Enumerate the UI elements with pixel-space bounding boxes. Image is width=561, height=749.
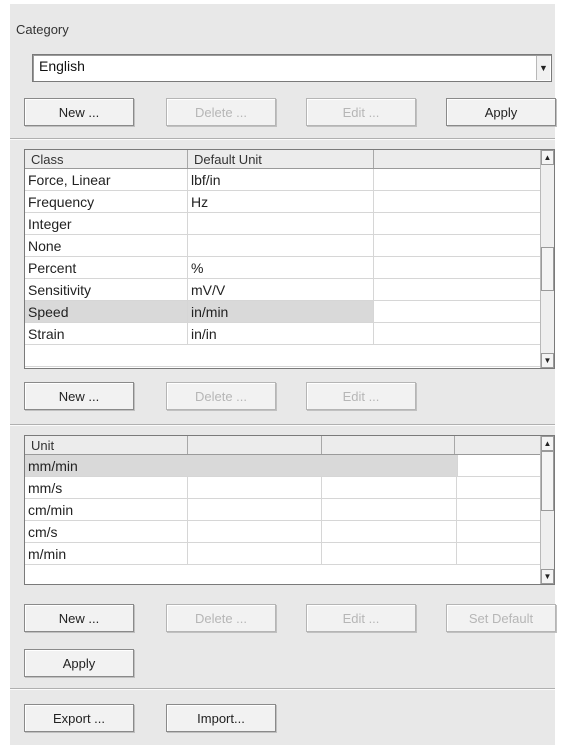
empty-cell bbox=[457, 477, 541, 498]
unit-cell: lbf/in bbox=[188, 169, 374, 190]
empty-cell bbox=[188, 477, 322, 498]
extra-column-header[interactable] bbox=[188, 436, 322, 454]
empty-cell bbox=[457, 543, 541, 564]
class-cell: Frequency bbox=[25, 191, 188, 212]
class-cell: Speed bbox=[25, 301, 188, 322]
class-table-scrollbar[interactable]: ▲ ▼ bbox=[540, 150, 554, 368]
table-row[interactable]: m/min bbox=[25, 543, 541, 565]
class-column-header[interactable]: Class bbox=[25, 150, 188, 168]
class-cell: Force, Linear bbox=[25, 169, 188, 190]
extra-column-header[interactable] bbox=[374, 150, 541, 168]
class-cell: Percent bbox=[25, 257, 188, 278]
empty-cell bbox=[457, 499, 541, 520]
scroll-thumb[interactable] bbox=[541, 451, 554, 511]
table-row[interactable]: Integer bbox=[25, 213, 541, 235]
category-select-value: English bbox=[39, 58, 85, 74]
unit-cell: mm/min bbox=[25, 455, 457, 476]
table-row[interactable]: mm/s bbox=[25, 477, 541, 499]
set-default-button[interactable]: Set Default bbox=[446, 604, 556, 632]
empty-cell bbox=[188, 499, 322, 520]
empty-cell bbox=[374, 323, 541, 344]
class-delete-button[interactable]: Delete ... bbox=[166, 382, 276, 410]
unit-cell: mV/V bbox=[188, 279, 374, 300]
extra-column-header[interactable] bbox=[455, 436, 541, 454]
section-divider bbox=[10, 138, 555, 140]
unit-cell: Hz bbox=[188, 191, 374, 212]
units-panel: Category English ▼ New ... Delete ... Ed… bbox=[10, 4, 556, 745]
unit-table-header: Unit bbox=[25, 436, 541, 455]
section-divider bbox=[10, 688, 555, 690]
empty-cell bbox=[322, 521, 457, 542]
section-divider bbox=[10, 424, 555, 426]
extra-column-header[interactable] bbox=[322, 436, 455, 454]
arrow-up-icon[interactable]: ▲ bbox=[541, 436, 554, 451]
table-row-partial[interactable] bbox=[25, 565, 541, 584]
class-table-header: Class Default Unit bbox=[25, 150, 541, 169]
empty-cell bbox=[374, 235, 541, 256]
class-edit-button[interactable]: Edit ... bbox=[306, 382, 416, 410]
table-row[interactable]: cm/min bbox=[25, 499, 541, 521]
empty-cell bbox=[374, 169, 541, 190]
empty-cell bbox=[188, 521, 322, 542]
empty-cell bbox=[457, 521, 541, 542]
table-row-selected[interactable]: Speed in/min bbox=[25, 301, 541, 323]
table-row[interactable]: None bbox=[25, 235, 541, 257]
table-row[interactable]: Strain in/in bbox=[25, 323, 541, 345]
class-cell: Strain bbox=[25, 323, 188, 344]
unit-cell bbox=[188, 235, 374, 256]
unit-cell: cm/s bbox=[25, 521, 188, 542]
unit-cell: cm/min bbox=[25, 499, 188, 520]
table-row[interactable]: Sensitivity mV/V bbox=[25, 279, 541, 301]
export-button[interactable]: Export ... bbox=[24, 704, 134, 732]
unit-apply-button[interactable]: Apply bbox=[24, 649, 134, 677]
unit-table: Unit mm/min mm/s cm/min cm/s m/min ▲ ▼ bbox=[24, 435, 555, 585]
table-row[interactable]: Percent % bbox=[25, 257, 541, 279]
empty-cell bbox=[374, 301, 541, 322]
category-delete-button[interactable]: Delete ... bbox=[166, 98, 276, 126]
empty-cell bbox=[374, 279, 541, 300]
empty-cell bbox=[322, 543, 457, 564]
class-cell: Sensitivity bbox=[25, 279, 188, 300]
empty-cell bbox=[374, 191, 541, 212]
table-row-selected[interactable]: mm/min bbox=[25, 455, 541, 477]
unit-cell bbox=[188, 213, 374, 234]
arrow-up-icon[interactable]: ▲ bbox=[541, 150, 554, 165]
unit-cell: in/in bbox=[188, 323, 374, 344]
category-new-button[interactable]: New ... bbox=[24, 98, 134, 126]
table-row[interactable]: Force, Linear lbf/in bbox=[25, 169, 541, 191]
empty-cell bbox=[457, 455, 541, 476]
category-label: Category bbox=[16, 22, 69, 37]
unit-new-button[interactable]: New ... bbox=[24, 604, 134, 632]
unit-cell: mm/s bbox=[25, 477, 188, 498]
empty-cell bbox=[322, 477, 457, 498]
class-cell: None bbox=[25, 235, 188, 256]
unit-delete-button[interactable]: Delete ... bbox=[166, 604, 276, 632]
category-select[interactable]: English ▼ bbox=[32, 54, 552, 82]
table-row-partial[interactable] bbox=[25, 345, 541, 367]
category-apply-button[interactable]: Apply bbox=[446, 98, 556, 126]
unit-cell: % bbox=[188, 257, 374, 278]
table-row[interactable]: cm/s bbox=[25, 521, 541, 543]
class-table: Class Default Unit Force, Linear lbf/in … bbox=[24, 149, 555, 369]
unit-column-header[interactable]: Unit bbox=[25, 436, 188, 454]
class-new-button[interactable]: New ... bbox=[24, 382, 134, 410]
unit-cell: m/min bbox=[25, 543, 188, 564]
unit-edit-button[interactable]: Edit ... bbox=[306, 604, 416, 632]
empty-cell bbox=[322, 499, 457, 520]
arrow-down-icon[interactable]: ▼ bbox=[541, 569, 554, 584]
scroll-thumb[interactable] bbox=[541, 247, 554, 291]
default-unit-column-header[interactable]: Default Unit bbox=[188, 150, 374, 168]
empty-cell bbox=[374, 257, 541, 278]
chevron-down-icon[interactable]: ▼ bbox=[536, 56, 550, 80]
table-row[interactable]: Frequency Hz bbox=[25, 191, 541, 213]
empty-cell bbox=[188, 543, 322, 564]
unit-table-scrollbar[interactable]: ▲ ▼ bbox=[540, 436, 554, 584]
unit-cell: in/min bbox=[188, 301, 374, 322]
arrow-down-icon[interactable]: ▼ bbox=[541, 353, 554, 368]
category-edit-button[interactable]: Edit ... bbox=[306, 98, 416, 126]
import-button[interactable]: Import... bbox=[166, 704, 276, 732]
empty-cell bbox=[374, 213, 541, 234]
class-cell: Integer bbox=[25, 213, 188, 234]
